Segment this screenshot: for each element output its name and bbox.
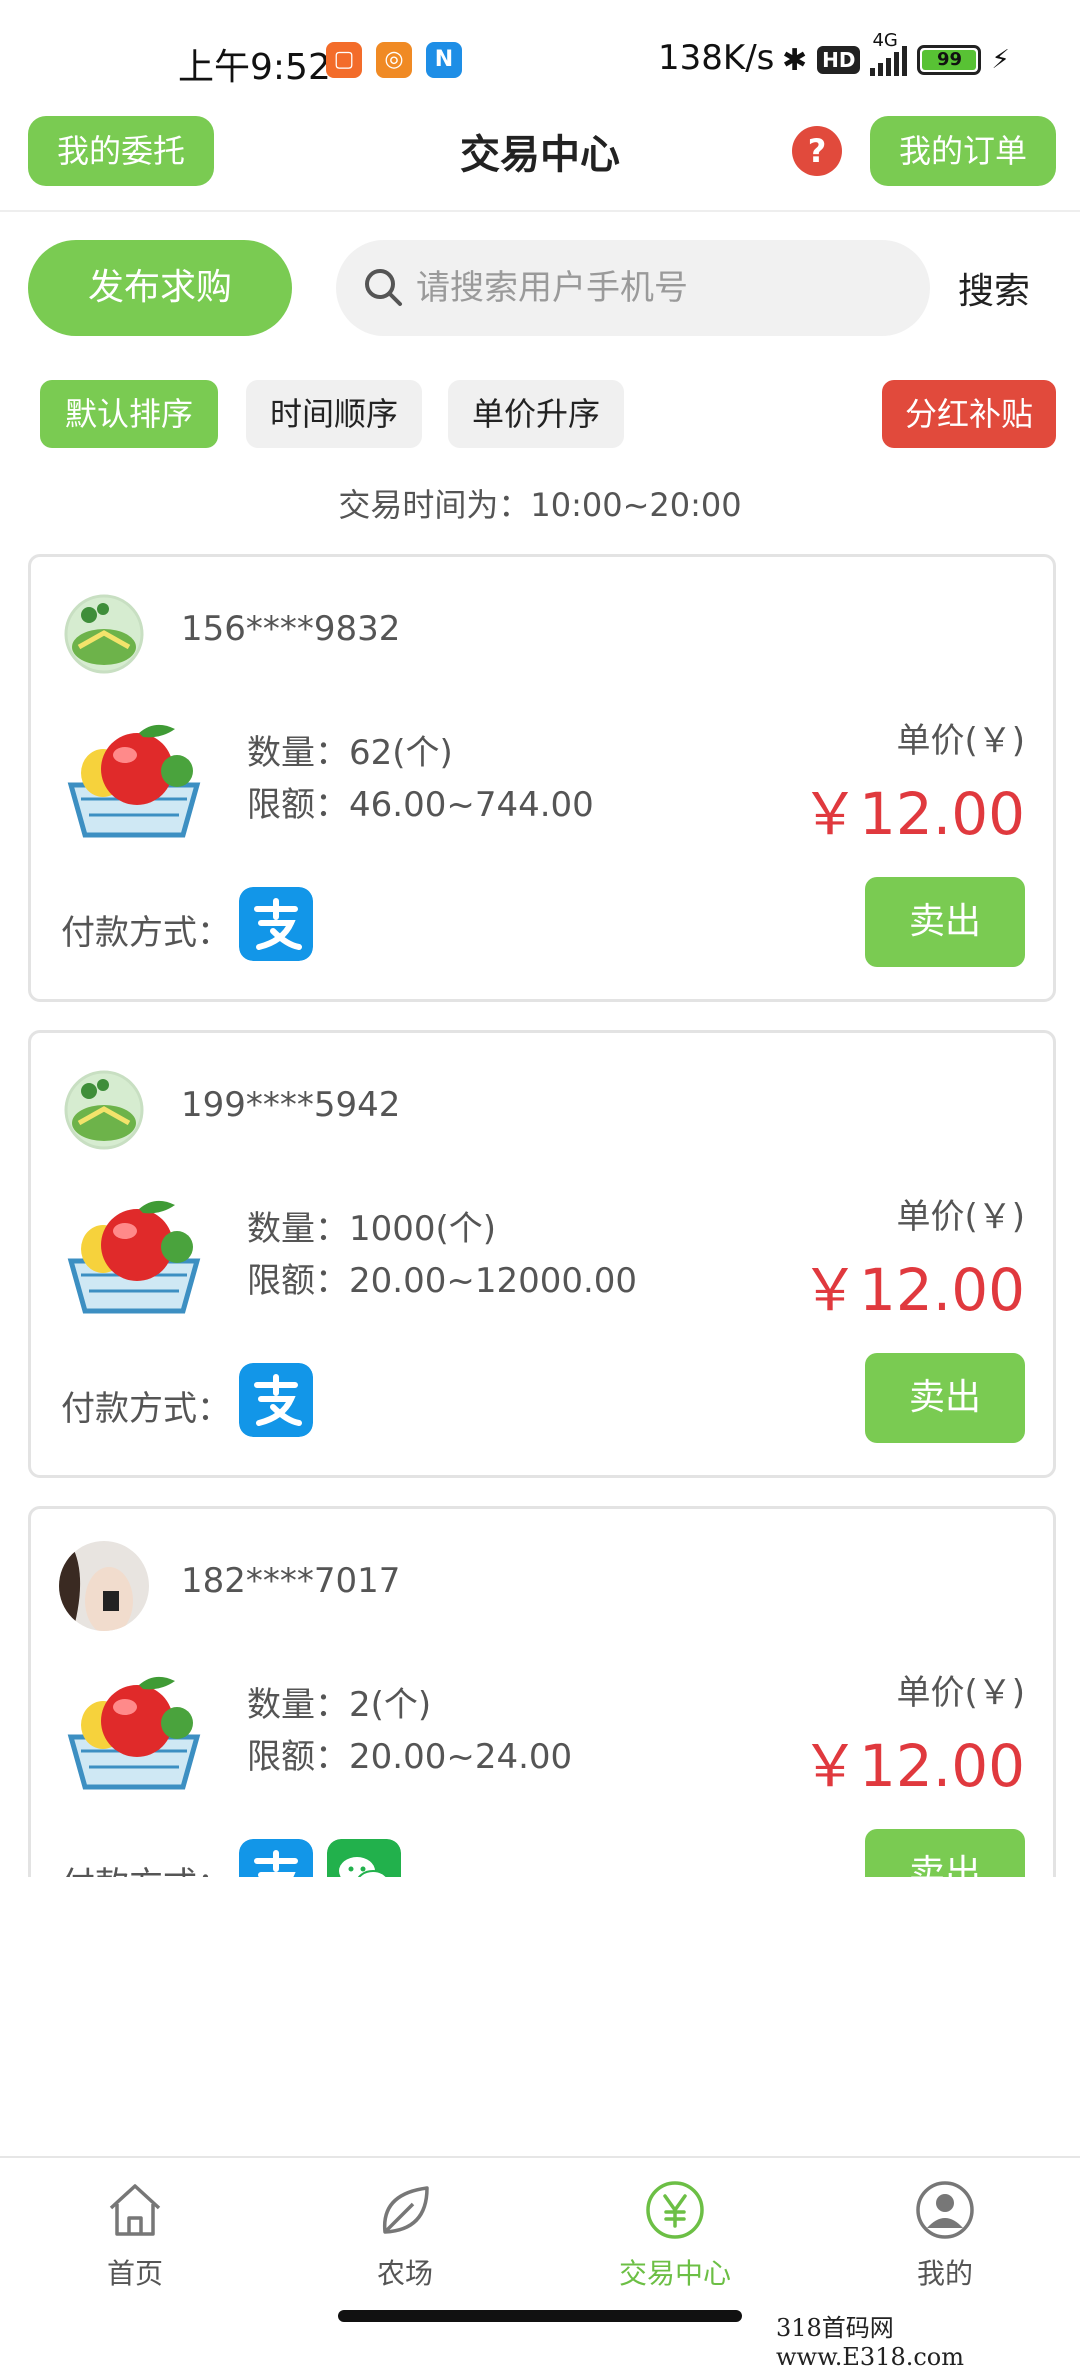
search-icon xyxy=(365,269,402,306)
tab-label: 交易中心 xyxy=(618,2257,731,2290)
alipay-icon xyxy=(239,1363,313,1437)
search-input[interactable] xyxy=(416,240,906,336)
limit-range: 限额：20.00~12000.00 xyxy=(247,1261,638,1301)
listing-list[interactable]: 156****9832 数量：62(个) 限额：46.00~744.00 单价(… xyxy=(0,552,1080,1877)
seller-phone: 199****5942 xyxy=(181,1085,401,1125)
status-bar: 上午9:52 ▢ ◎ N 138K/s ✱ HD 4G 99 ⚡ xyxy=(0,0,1080,110)
unit-price-label: 单价(￥) xyxy=(896,721,1025,761)
tab-farm[interactable]: 农场 xyxy=(315,2178,495,2298)
uc-browser-icon: ◎ xyxy=(376,42,412,78)
battery-icon: 99 xyxy=(917,45,982,75)
quantity: 数量：62(个) xyxy=(247,733,453,773)
sell-button[interactable]: 卖出 xyxy=(865,1829,1025,1877)
search-box[interactable] xyxy=(336,240,930,336)
limit-range: 限额：46.00~744.00 xyxy=(247,785,594,825)
charging-icon: ⚡ xyxy=(991,45,1010,75)
yen-icon xyxy=(646,2181,704,2239)
sell-button[interactable]: 卖出 xyxy=(865,1353,1025,1443)
limit-range: 限额：20.00~24.00 xyxy=(247,1737,573,1777)
quantity: 数量：2(个) xyxy=(247,1685,432,1725)
unit-price: ￥12.00 xyxy=(800,780,1025,848)
search-button[interactable]: 搜索 xyxy=(958,262,1030,314)
sell-button[interactable]: 卖出 xyxy=(865,877,1025,967)
payment-method-label: 付款方式： xyxy=(61,1389,231,1429)
leaf-icon xyxy=(382,2186,429,2234)
photo-avatar xyxy=(59,1541,149,1631)
payment-method-label: 付款方式： xyxy=(61,1857,231,1877)
bonus-subsidy-button[interactable]: 分红补贴 xyxy=(882,380,1056,448)
n-app-icon: N xyxy=(426,42,462,78)
hd-badge: HD xyxy=(817,46,861,74)
network-speed: 138K/s xyxy=(658,38,775,78)
trade-time: 交易时间为：10:00~20:00 xyxy=(338,486,742,524)
home-icon xyxy=(109,2184,161,2236)
alipay-icon xyxy=(239,1839,313,1877)
sort-by-price[interactable]: 单价升序 xyxy=(448,380,624,448)
farm-avatar-icon xyxy=(59,589,149,679)
alipay-icon xyxy=(239,887,313,961)
sort-by-time[interactable]: 时间顺序 xyxy=(246,380,422,448)
battery-level: 99 xyxy=(922,50,977,70)
tab-label: 我的 xyxy=(916,2257,973,2290)
unit-price: ￥12.00 xyxy=(800,1256,1025,1324)
sort-default[interactable]: 默认排序 xyxy=(40,380,218,448)
tab-label: 首页 xyxy=(106,2257,163,2290)
seller-phone: 182****7017 xyxy=(181,1561,401,1601)
tab-home[interactable]: 首页 xyxy=(45,2178,225,2298)
payment-method-label: 付款方式： xyxy=(61,913,231,953)
unit-price-label: 单价(￥) xyxy=(896,1197,1025,1237)
tab-mine[interactable]: 我的 xyxy=(855,2178,1035,2298)
listing-card: 199****5942 数量：1000(个) 限额：20.00~12000.00… xyxy=(28,1030,1056,1478)
unit-price-label: 单价(￥) xyxy=(896,1673,1025,1713)
network-type: 4G xyxy=(872,30,898,51)
apple-basket-icon xyxy=(59,1659,209,1799)
my-orders-button[interactable]: 我的订单 xyxy=(870,116,1056,186)
apple-basket-icon xyxy=(59,1183,209,1323)
farm-avatar-icon xyxy=(59,1065,149,1155)
bluetooth-icon: ✱ xyxy=(782,42,808,78)
help-icon[interactable]: ? xyxy=(792,126,842,176)
user-icon xyxy=(916,2181,974,2239)
status-time: 上午9:52 xyxy=(178,47,331,88)
mi-store-icon: ▢ xyxy=(326,42,362,78)
quantity: 数量：1000(个) xyxy=(247,1209,497,1249)
listing-card: 182****7017 数量：2(个) 限额：20.00~24.00 单价(￥)… xyxy=(28,1506,1056,1877)
tab-label: 农场 xyxy=(376,2257,433,2290)
signal-icon: 4G xyxy=(870,30,908,76)
tab-trade-center[interactable]: 交易中心 xyxy=(585,2178,765,2298)
header: 我的委托 交易中心 ? 我的订单 xyxy=(0,110,1080,212)
wechat-pay-icon xyxy=(327,1839,401,1877)
publish-request-button[interactable]: 发布求购 xyxy=(28,240,292,336)
unit-price: ￥12.00 xyxy=(800,1732,1025,1800)
seller-phone: 156****9832 xyxy=(181,609,401,649)
listing-card: 156****9832 数量：62(个) 限额：46.00~744.00 单价(… xyxy=(28,554,1056,1002)
apple-basket-icon xyxy=(59,707,209,847)
home-indicator[interactable] xyxy=(338,2310,742,2322)
